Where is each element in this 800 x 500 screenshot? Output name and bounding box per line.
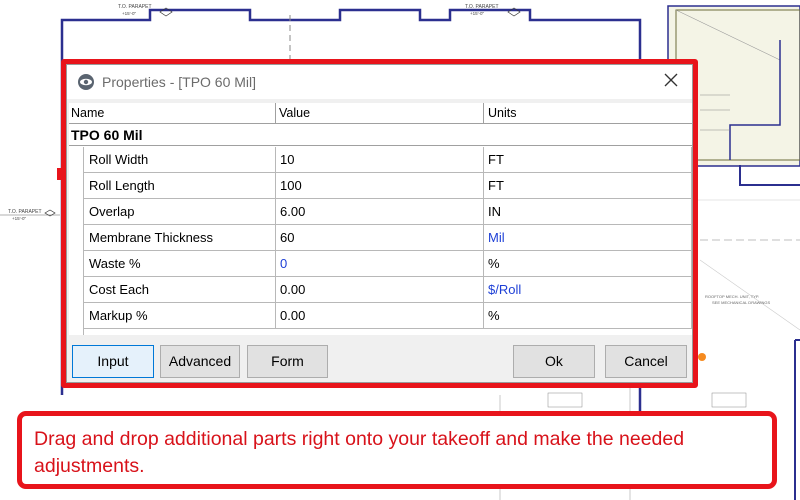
property-grid: Name Value Units TPO 60 Mil Roll Width 1… (69, 103, 692, 335)
grid-header: Name Value Units (69, 103, 692, 124)
property-name: Roll Length (84, 173, 276, 198)
grid-indent-gutter (69, 147, 84, 335)
instruction-callout: Drag and drop additional parts right ont… (17, 411, 777, 489)
dialog-title: Properties - [TPO 60 Mil] (102, 74, 257, 90)
group-row-tpo[interactable]: TPO 60 Mil (69, 124, 692, 146)
table-row[interactable]: Roll Length 100 FT (84, 173, 692, 199)
property-value[interactable]: 60 (276, 225, 484, 250)
property-units[interactable]: FT (484, 147, 692, 172)
blueprint-label-parapet-top2: T.O. PARAPET (465, 4, 499, 10)
svg-text:+15'-0": +15'-0" (12, 216, 26, 221)
property-name: Roll Width (84, 147, 276, 172)
svg-text:ROOFTOP MECH. UNIT, TYP.: ROOFTOP MECH. UNIT, TYP. (705, 294, 759, 299)
property-units[interactable]: $/Roll (484, 277, 692, 302)
form-button[interactable]: Form (247, 345, 328, 378)
property-value[interactable]: 0.00 (276, 277, 484, 302)
property-value[interactable]: 0.00 (276, 303, 484, 328)
property-units[interactable]: FT (484, 173, 692, 198)
property-value[interactable]: 0 (276, 251, 484, 276)
property-name: Markup % (84, 303, 276, 328)
property-name: Membrane Thickness (84, 225, 276, 250)
blueprint-label-parapet-top1: T.O. PARAPET (118, 4, 152, 10)
properties-dialog: Properties - [TPO 60 Mil] Name Value Uni… (66, 64, 693, 383)
blueprint-label-parapet-left: T.O. PARAPET (8, 209, 42, 215)
property-value[interactable]: 100 (276, 173, 484, 198)
cancel-button[interactable]: Cancel (605, 345, 687, 378)
table-row[interactable]: Membrane Thickness 60 Mil (84, 225, 692, 251)
eye-logo-icon (77, 73, 95, 91)
input-button[interactable]: Input (72, 345, 154, 378)
property-units[interactable]: % (484, 251, 692, 276)
callout-text: Drag and drop additional parts right ont… (34, 428, 685, 477)
property-name: Waste % (84, 251, 276, 276)
property-name: Overlap (84, 199, 276, 224)
property-units[interactable]: Mil (484, 225, 692, 250)
ok-button[interactable]: Ok (513, 345, 595, 378)
table-row[interactable]: Waste % 0 % (84, 251, 692, 277)
advanced-button[interactable]: Advanced (160, 345, 240, 378)
property-name: Cost Each (84, 277, 276, 302)
column-header-name[interactable]: Name (69, 103, 276, 123)
property-units[interactable]: % (484, 303, 692, 328)
table-row[interactable]: Markup % 0.00 % (84, 303, 692, 329)
table-row[interactable]: Cost Each 0.00 $/Roll (84, 277, 692, 303)
property-value[interactable]: 6.00 (276, 199, 484, 224)
property-value[interactable]: 10 (276, 147, 484, 172)
table-row[interactable]: Overlap 6.00 IN (84, 199, 692, 225)
table-row[interactable]: Roll Width 10 FT (84, 147, 692, 173)
svg-text:+15'-0": +15'-0" (470, 11, 484, 16)
dialog-titlebar[interactable]: Properties - [TPO 60 Mil] (67, 65, 692, 99)
column-header-value[interactable]: Value (276, 103, 484, 123)
close-button[interactable] (658, 69, 684, 95)
svg-text:+15'-0": +15'-0" (122, 11, 136, 16)
property-units[interactable]: IN (484, 199, 692, 224)
column-header-units[interactable]: Units (484, 103, 692, 123)
svg-text:SEE MECHANICAL DRAWINGS: SEE MECHANICAL DRAWINGS (712, 300, 770, 305)
close-icon (664, 73, 678, 92)
